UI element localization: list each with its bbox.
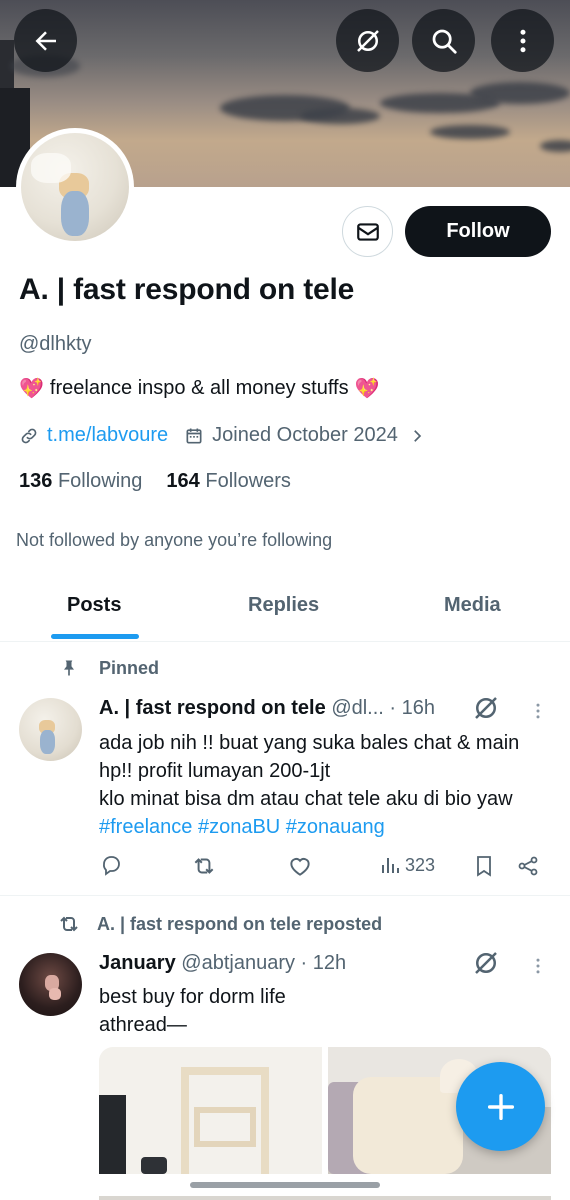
more-vertical-icon[interactable] bbox=[528, 699, 548, 723]
share-button[interactable] bbox=[516, 853, 540, 879]
more-vertical-icon[interactable] bbox=[528, 954, 548, 978]
chevron-right-icon[interactable] bbox=[408, 427, 426, 445]
reply-button[interactable] bbox=[99, 853, 123, 877]
post-avatar[interactable] bbox=[19, 953, 82, 1016]
compose-button[interactable] bbox=[456, 1062, 545, 1151]
like-button[interactable] bbox=[287, 853, 313, 879]
tab-replies[interactable]: Replies bbox=[248, 594, 319, 617]
pin-icon bbox=[64, 660, 74, 676]
repost-icon bbox=[194, 858, 214, 874]
profile-handle: @dlhkty bbox=[19, 333, 92, 355]
media-row-edge bbox=[99, 1196, 551, 1200]
profile-stats: 136 Following 164 Followers bbox=[19, 470, 291, 493]
search-button[interactable] bbox=[412, 9, 475, 72]
pinned-label: Pinned bbox=[59, 657, 159, 679]
grok-icon[interactable] bbox=[471, 948, 501, 978]
following-stat[interactable]: 136 Following bbox=[19, 470, 142, 493]
post-text: ada job nih !! buat yang suka bales chat… bbox=[99, 729, 559, 841]
home-indicator bbox=[190, 1182, 380, 1188]
post-handle[interactable]: @abtjanuary bbox=[181, 952, 295, 974]
post-time: · 12h bbox=[300, 952, 347, 974]
views-count: 323 bbox=[405, 854, 436, 875]
back-arrow-icon bbox=[35, 30, 56, 51]
repost-label: A. | fast respond on tele reposted bbox=[57, 912, 382, 936]
profile-meta: t.me/labvoure Joined October 2024 bbox=[19, 424, 426, 447]
profile-display-name: A. | fast respond on tele bbox=[19, 273, 355, 306]
reply-icon bbox=[103, 856, 120, 876]
calendar-icon bbox=[186, 428, 202, 443]
grok-icon bbox=[356, 29, 379, 52]
share-icon bbox=[518, 856, 538, 876]
post-hashtags[interactable]: #freelance #zonaBU #zonauang bbox=[99, 813, 559, 841]
profile-link[interactable]: t.me/labvoure bbox=[47, 424, 168, 447]
tab-indicator bbox=[51, 634, 139, 639]
like-icon bbox=[290, 858, 310, 876]
message-button[interactable] bbox=[342, 206, 393, 257]
plus-icon bbox=[487, 1093, 514, 1120]
post-header: A. | fast respond on tele @dl... · 16h bbox=[99, 697, 435, 720]
link-icon bbox=[21, 428, 37, 443]
post-author[interactable]: A. | fast respond on tele bbox=[99, 697, 326, 719]
bio-text: freelance inspo & all money stuffs bbox=[49, 377, 349, 399]
more-vertical-icon bbox=[520, 29, 525, 52]
back-button[interactable] bbox=[14, 9, 77, 72]
search-icon bbox=[432, 29, 457, 54]
profile-tabs: Posts Replies Media bbox=[0, 580, 570, 642]
bookmark-button[interactable] bbox=[472, 853, 496, 879]
media-image[interactable] bbox=[99, 1047, 322, 1174]
followers-stat[interactable]: 164 Followers bbox=[166, 470, 291, 493]
views-icon bbox=[382, 858, 399, 873]
profile-bio: 💖 freelance inspo & all money stuffs 💖 bbox=[19, 376, 380, 401]
post-text: best buy for dorm life athread— bbox=[99, 986, 286, 1036]
post-avatar[interactable] bbox=[19, 698, 82, 761]
profile-avatar[interactable] bbox=[16, 128, 134, 246]
heart-emoji: 💖 bbox=[354, 378, 380, 400]
grok-button[interactable] bbox=[336, 9, 399, 72]
bookmark-icon bbox=[477, 856, 491, 877]
post-time: · 16h bbox=[389, 697, 436, 719]
more-button[interactable] bbox=[491, 9, 554, 72]
post-author[interactable]: January bbox=[99, 952, 176, 974]
heart-emoji: 💖 bbox=[19, 378, 44, 400]
post-header: January @abtjanuary · 12h bbox=[99, 952, 346, 975]
tab-media[interactable]: Media bbox=[444, 594, 501, 617]
post-divider bbox=[0, 895, 570, 896]
joined-date: Joined October 2024 bbox=[212, 424, 398, 446]
tab-posts[interactable]: Posts bbox=[67, 594, 121, 617]
follow-button[interactable]: Follow bbox=[405, 206, 551, 257]
repost-button[interactable] bbox=[191, 853, 217, 879]
grok-icon[interactable] bbox=[471, 693, 501, 723]
not-followed-note: Not followed by anyone you’re following bbox=[16, 530, 333, 550]
mail-icon bbox=[356, 222, 379, 241]
repost-icon bbox=[60, 916, 78, 932]
post-handle[interactable]: @dl... bbox=[331, 697, 384, 719]
views-button[interactable]: 323 bbox=[379, 853, 435, 877]
